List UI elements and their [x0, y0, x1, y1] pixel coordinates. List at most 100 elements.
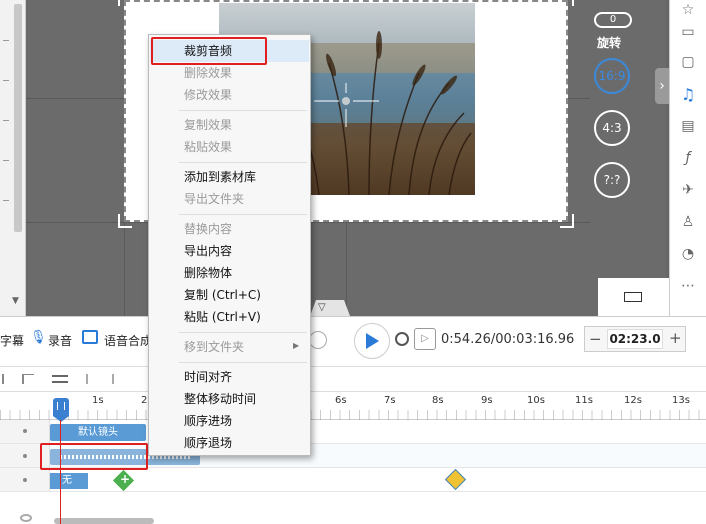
submenu-arrow-icon: ▶: [293, 341, 300, 350]
zoom-plus-button[interactable]: +: [669, 329, 682, 347]
star-icon[interactable]: ☆: [678, 0, 698, 20]
playhead-line: [60, 420, 61, 524]
ruler-label: 13s: [672, 395, 690, 406]
menu-item-move-all-time[interactable]: 整体移动时间: [150, 388, 309, 410]
move-right-icon[interactable]: [112, 374, 128, 384]
eye-icon[interactable]: [20, 514, 32, 522]
menu-item-highlight: [151, 37, 267, 65]
track-gutter: [0, 420, 50, 443]
panel-expand-chevron-icon[interactable]: ›: [655, 68, 669, 104]
menu-item-export-folder[interactable]: 导出文件夹: [150, 188, 309, 210]
ruler-label: 1s: [92, 395, 104, 406]
camera-clip[interactable]: 默认镜头: [50, 424, 146, 441]
plus-icon: +: [120, 472, 131, 486]
collapse-tab[interactable]: [310, 300, 350, 316]
subtitle-button[interactable]: 字幕: [0, 332, 24, 349]
right-icon-bar: ☆ ▭ ▢ ♫ ▤ ƒ ✈ ♙ ◔ ⋯: [669, 0, 706, 316]
airplane-icon[interactable]: ✈: [678, 180, 698, 200]
rotate-value[interactable]: 0: [594, 12, 632, 28]
menu-item-modify-effect[interactable]: 修改效果: [150, 84, 309, 106]
timeline-footer: [0, 492, 706, 524]
clock-icon[interactable]: [395, 332, 409, 346]
frame-step-icon[interactable]: ▷: [414, 328, 436, 350]
menu-separator: [179, 214, 307, 215]
menu-separator: [179, 110, 307, 111]
menu-separator: [179, 362, 307, 363]
menu-item-replace-content[interactable]: 替换内容: [150, 218, 309, 240]
ruler-label: 6s: [335, 395, 347, 406]
camera-track: 默认镜头: [0, 420, 706, 444]
person-icon[interactable]: ♙: [678, 212, 698, 232]
left-vertical-scrollbar[interactable]: ▼: [0, 0, 26, 316]
menu-item-sequential-enter[interactable]: 顺序进场: [150, 410, 309, 432]
ruler-label: 8s: [432, 395, 444, 406]
rotate-label: 旋转: [597, 36, 622, 50]
crop-corner-bottom-right[interactable]: [560, 214, 574, 228]
zoom-minus-button[interactable]: −: [589, 330, 602, 348]
zoom-value[interactable]: 02:23.0: [607, 329, 663, 349]
search-icon[interactable]: [309, 331, 327, 349]
none-clip[interactable]: 无: [50, 473, 88, 489]
crop-corner-top-right[interactable]: [560, 0, 574, 6]
chevron-down-icon[interactable]: ▽: [318, 302, 326, 313]
ruler-label: 11s: [575, 395, 593, 406]
keyframe-diamond-icon[interactable]: [444, 468, 467, 491]
menu-item-move-to-folder[interactable]: 移到文件夹: [150, 336, 309, 358]
horizontal-scrollbar-thumb[interactable]: [54, 518, 154, 524]
ruler-label: 7s: [384, 395, 396, 406]
menu-separator: [179, 332, 307, 333]
film-icon[interactable]: ▤: [678, 116, 698, 136]
align-icon[interactable]: [22, 374, 34, 384]
track-dot-icon: [23, 429, 27, 433]
audio-clip-highlight: [40, 443, 148, 470]
move-left-icon[interactable]: [86, 374, 102, 384]
scroll-down-arrow-icon[interactable]: ▼: [12, 296, 19, 306]
timeline-ruler[interactable]: 1s 2s 6s 7s 8s 9s 10s 11s 12s 13s: [0, 392, 706, 420]
ratio-16-9-button[interactable]: 16:9: [594, 58, 630, 94]
track-dot-icon: [23, 454, 27, 458]
ruler-tick: [3, 40, 9, 41]
menu-item-delete-object[interactable]: 删除物体: [150, 262, 309, 284]
play-button[interactable]: [354, 323, 390, 359]
ruler-tick: [3, 200, 9, 201]
scrollbar-thumb[interactable]: [14, 4, 22, 232]
menu-item-export-content[interactable]: 导出内容: [150, 240, 309, 262]
menu-separator: [179, 162, 307, 163]
function-icon[interactable]: ƒ: [678, 148, 698, 168]
track-gutter: [0, 468, 50, 491]
playhead-handle[interactable]: [53, 398, 69, 416]
tts-icon: [82, 330, 98, 344]
crop-corner-top-left[interactable]: [118, 0, 132, 6]
ruler-tick: [3, 80, 9, 81]
more-icon[interactable]: ⋯: [678, 276, 698, 296]
align-left-icon[interactable]: [2, 374, 14, 384]
tts-button[interactable]: 语音合成: [104, 332, 152, 349]
zoom-stepper[interactable]: − 02:23.0 +: [584, 326, 686, 352]
ratio-4-3-button[interactable]: 4:3: [594, 110, 630, 146]
music-icon[interactable]: ♫: [678, 84, 698, 104]
menu-item-add-to-library[interactable]: 添加到素材库: [150, 166, 309, 188]
crop-corner-bottom-left[interactable]: [118, 214, 132, 228]
menu-item-paste-effect[interactable]: 粘贴效果: [150, 136, 309, 158]
menu-item-copy[interactable]: 复制 (Ctrl+C): [150, 284, 309, 306]
track-dot-icon: [23, 478, 27, 482]
ruler-label: 12s: [624, 395, 642, 406]
ruler-label: 9s: [481, 395, 493, 406]
menu-item-paste[interactable]: 粘贴 (Ctrl+V): [150, 306, 309, 328]
context-menu: 裁剪音频 删除效果 修改效果 复制效果 粘贴效果 添加到素材库 导出文件夹 替换…: [148, 34, 311, 456]
distribute-icon[interactable]: [52, 375, 68, 383]
pie-chart-icon[interactable]: ◔: [678, 244, 698, 264]
record-button[interactable]: 录音: [48, 332, 72, 349]
menu-item-copy-effect[interactable]: 复制效果: [150, 114, 309, 136]
menu-item-sequential-exit[interactable]: 顺序退场: [150, 432, 309, 454]
ruler-tick: [3, 160, 9, 161]
speech-bubble-icon[interactable]: ▭: [678, 22, 698, 42]
menu-item-delete-effect[interactable]: 删除效果: [150, 62, 309, 84]
menu-item-time-align[interactable]: 时间对齐: [150, 366, 309, 388]
ratio-custom-button[interactable]: ?:?: [594, 162, 630, 198]
thumbnail-preview[interactable]: [598, 278, 669, 316]
timeline-toolbar: [0, 366, 706, 392]
folder-icon[interactable]: ▢: [678, 52, 698, 72]
time-display: 0:54.26/00:03:16.96: [441, 332, 575, 347]
ruler-tick: [3, 120, 9, 121]
